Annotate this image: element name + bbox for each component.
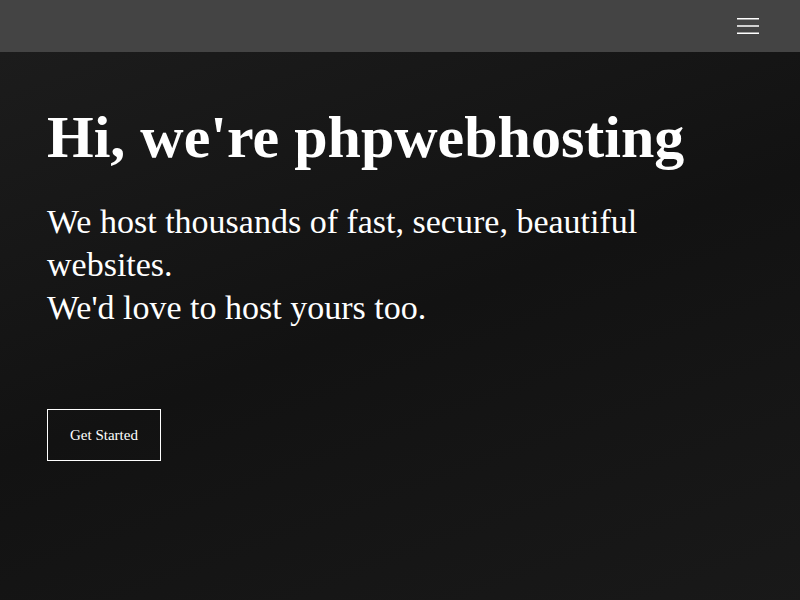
get-started-button[interactable]: Get Started <box>47 409 161 461</box>
hamburger-icon <box>737 17 759 35</box>
hero-subtitle: We host thousands of fast, secure, beaut… <box>47 200 707 329</box>
subtitle-line: We'd love to host yours too. <box>47 286 707 329</box>
subtitle-line: We host thousands of fast, secure, beaut… <box>47 200 707 286</box>
top-navbar <box>0 0 800 52</box>
hero-section: Hi, we're phpwebhosting We host thousands… <box>0 52 800 600</box>
menu-icon[interactable] <box>736 16 760 36</box>
hero-title: Hi, we're phpwebhosting <box>47 104 753 170</box>
